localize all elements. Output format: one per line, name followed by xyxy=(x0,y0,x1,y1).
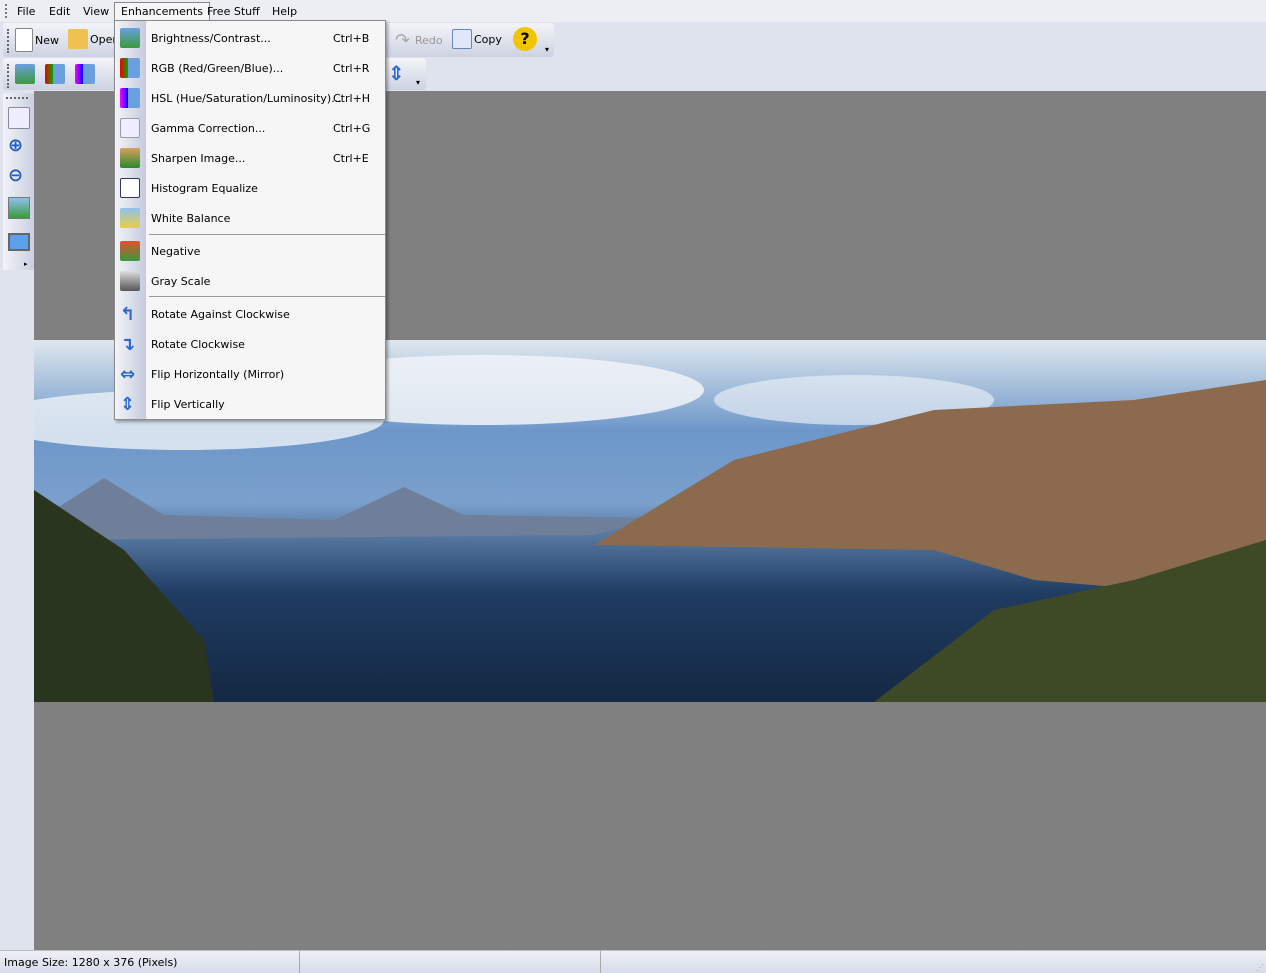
redo-button[interactable]: ↷ Redo xyxy=(395,30,443,51)
item-shortcut: Ctrl+E xyxy=(333,152,369,165)
help-button[interactable]: ? xyxy=(513,27,537,51)
redo-label: Redo xyxy=(415,33,443,47)
item-shortcut: Ctrl+G xyxy=(333,122,371,135)
item-shortcut: Ctrl+B xyxy=(333,32,370,45)
toolbar-grip[interactable] xyxy=(7,64,9,88)
item-label: Negative xyxy=(151,245,201,258)
menu-item-histogram[interactable]: Histogram Equalize xyxy=(115,173,385,203)
sharpen-icon xyxy=(120,148,140,168)
status-panel xyxy=(300,951,601,973)
copy-button[interactable]: Copy xyxy=(452,29,502,49)
flip-vertical-icon[interactable]: ⇕ xyxy=(388,61,405,85)
item-label: Flip Horizontally (Mirror) xyxy=(151,368,285,381)
open-button[interactable]: Open xyxy=(68,29,119,49)
open-folder-icon xyxy=(68,29,88,49)
new-label: New xyxy=(35,33,59,47)
help-icon: ? xyxy=(513,27,537,51)
status-bar: Image Size: 1280 x 376 (Pixels) ⋰ xyxy=(0,950,1266,973)
item-label: Gray Scale xyxy=(151,275,211,288)
menu-item-sharpen[interactable]: Sharpen Image... Ctrl+E xyxy=(115,143,385,173)
copy-label: Copy xyxy=(474,32,502,46)
zoom-out-icon[interactable]: ⊖ xyxy=(8,165,30,187)
menu-item-brightness-contrast[interactable]: Brightness/Contrast... Ctrl+B xyxy=(115,23,385,53)
item-label: Flip Vertically xyxy=(151,398,225,411)
toolbar-overflow-icon[interactable]: ▾ xyxy=(416,78,420,87)
item-shortcut: Ctrl+H xyxy=(333,92,371,105)
item-label: Gamma Correction... xyxy=(151,122,266,135)
menu-separator xyxy=(149,296,385,297)
item-label: RGB (Red/Green/Blue)... xyxy=(151,62,284,75)
actual-size-icon[interactable] xyxy=(8,197,30,219)
item-label: Histogram Equalize xyxy=(151,182,258,195)
menu-help[interactable]: Help xyxy=(266,3,303,21)
gamma-icon xyxy=(120,118,140,138)
rotate-ccw-icon: ↰ xyxy=(120,304,136,325)
zoom-in-icon[interactable]: ⊕ xyxy=(8,135,30,157)
rgb-icon xyxy=(120,58,140,78)
item-shortcut: Ctrl+R xyxy=(333,62,370,75)
menu-file[interactable]: File xyxy=(11,3,41,21)
item-label: Rotate Clockwise xyxy=(151,338,245,351)
fullscreen-monitor-icon[interactable] xyxy=(8,233,30,251)
zoom-fit-icon[interactable] xyxy=(8,107,30,129)
toolbar-grip[interactable] xyxy=(7,29,9,53)
rgb-icon[interactable] xyxy=(45,64,65,84)
menu-separator xyxy=(149,234,385,235)
resize-grip-icon[interactable]: ⋰ xyxy=(1256,963,1264,972)
menu-item-rotate-ccw[interactable]: ↰ Rotate Against Clockwise xyxy=(115,299,385,329)
item-label: Rotate Against Clockwise xyxy=(151,308,290,321)
flip-vertical-icon: ⇕ xyxy=(120,394,136,415)
brightness-icon[interactable] xyxy=(15,64,35,84)
item-label: Sharpen Image... xyxy=(151,152,246,165)
rotate-cw-icon: ↴ xyxy=(120,334,136,355)
menu-item-gamma[interactable]: Gamma Correction... Ctrl+G xyxy=(115,113,385,143)
negative-icon xyxy=(120,241,140,261)
menu-item-gray-scale[interactable]: Gray Scale xyxy=(115,266,385,296)
brightness-icon xyxy=(120,28,140,48)
item-label: HSL (Hue/Saturation/Luminosity)... xyxy=(151,92,342,105)
copy-icon xyxy=(452,29,472,49)
toolbar-overflow-icon[interactable]: ▸ xyxy=(24,260,28,268)
hsl-icon xyxy=(120,88,140,108)
menu-bar: File Edit View Enhancements Free Stuff H… xyxy=(0,0,1266,22)
menu-item-flip-horizontal[interactable]: ⇔ Flip Horizontally (Mirror) xyxy=(115,359,385,389)
toolbar-grip[interactable] xyxy=(6,97,28,99)
menu-free-stuff[interactable]: Free Stuff xyxy=(201,3,266,21)
item-label: Brightness/Contrast... xyxy=(151,32,271,45)
status-image-size: Image Size: 1280 x 376 (Pixels) xyxy=(0,951,300,973)
menubar-grip[interactable] xyxy=(5,4,7,18)
menu-view[interactable]: View xyxy=(77,3,115,21)
redo-icon: ↷ xyxy=(395,30,411,51)
new-button[interactable]: New xyxy=(15,28,59,52)
menu-item-rotate-cw[interactable]: ↴ Rotate Clockwise xyxy=(115,329,385,359)
histogram-icon xyxy=(120,178,140,198)
menu-item-hsl[interactable]: HSL (Hue/Saturation/Luminosity)... Ctrl+H xyxy=(115,83,385,113)
menu-edit[interactable]: Edit xyxy=(43,3,76,21)
menu-item-negative[interactable]: Negative xyxy=(115,236,385,266)
menu-item-flip-vertical[interactable]: ⇕ Flip Vertically xyxy=(115,389,385,419)
enhancements-dropdown: Brightness/Contrast... Ctrl+B RGB (Red/Gr… xyxy=(114,20,386,420)
menu-enhancements[interactable]: Enhancements xyxy=(114,2,210,22)
view-toolbar: ⊕ ⊖ ▸ xyxy=(3,93,34,270)
menu-item-white-balance[interactable]: White Balance xyxy=(115,203,385,233)
item-label: White Balance xyxy=(151,212,231,225)
new-file-icon xyxy=(15,28,33,52)
white-balance-icon xyxy=(120,208,140,228)
menu-item-rgb[interactable]: RGB (Red/Green/Blue)... Ctrl+R xyxy=(115,53,385,83)
toolbar-overflow-icon[interactable]: ▾ xyxy=(545,45,549,54)
flip-horizontal-icon: ⇔ xyxy=(120,364,136,385)
grayscale-icon xyxy=(120,271,140,291)
hsl-icon[interactable] xyxy=(75,64,95,84)
